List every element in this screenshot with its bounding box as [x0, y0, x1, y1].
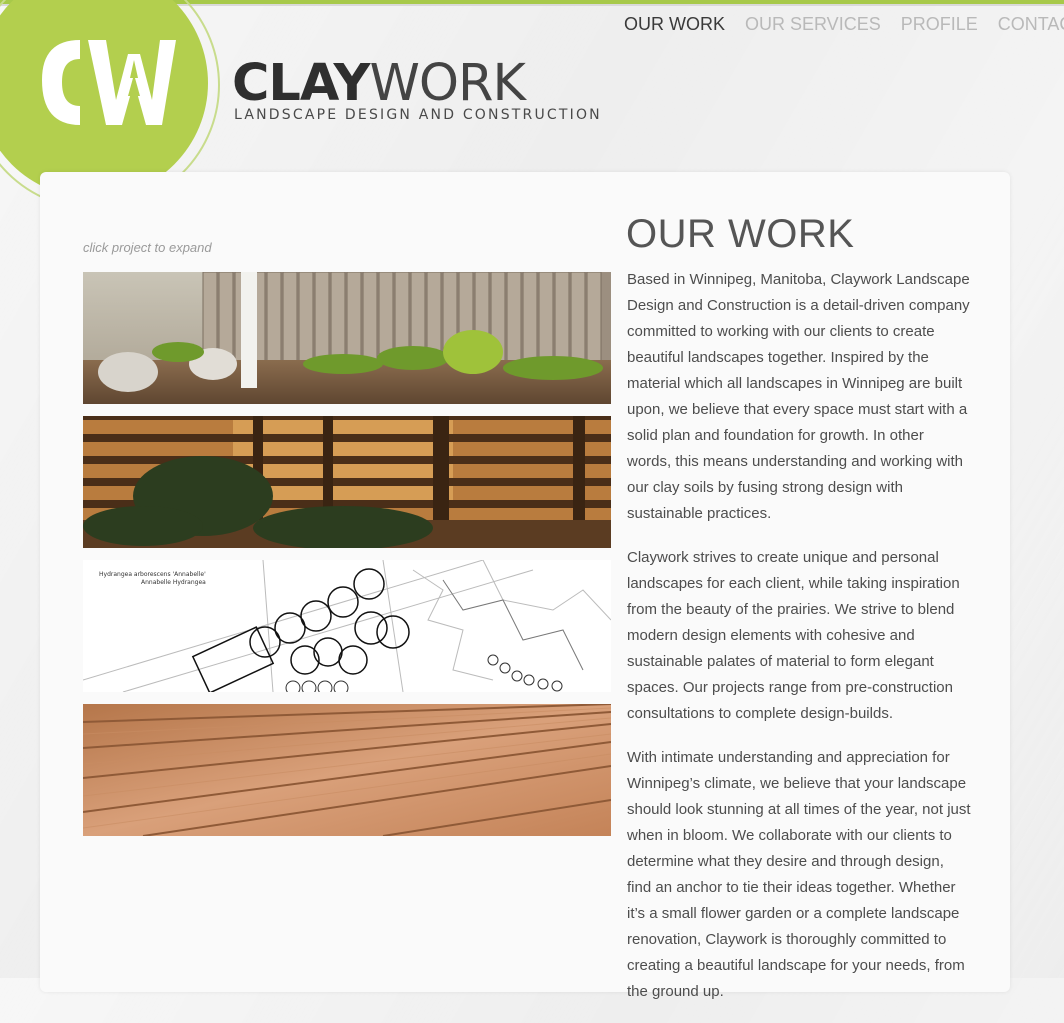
cw-monogram-icon[interactable]: [36, 30, 176, 150]
nav-our-work[interactable]: OUR WORK: [624, 14, 725, 35]
body-paragraph-1: Based in Winnipeg, Manitoba, Claywork La…: [627, 271, 970, 522]
nav-contact[interactable]: CONTACT: [998, 14, 1064, 35]
brand-name-thin: WORK: [369, 54, 525, 113]
body-paragraph-3: With intimate understanding and apprecia…: [627, 749, 971, 1000]
project-thumbnail-garden-fence[interactable]: [83, 272, 611, 404]
page-title: OUR WORK: [626, 212, 855, 256]
project-thumbnail-landscape-plan[interactable]: Hydrangea arborescens 'Annabelle' Annabe…: [83, 560, 611, 692]
nav-our-services[interactable]: OUR SERVICES: [745, 14, 881, 35]
brand-tagline: LANDSCAPE DESIGN AND CONSTRUCTION: [234, 107, 602, 123]
body-copy: Based in Winnipeg, Manitoba, Claywork La…: [627, 267, 972, 1023]
brand-name-bold: CLAY: [232, 54, 370, 113]
project-thumbnail-slat-fence[interactable]: [83, 416, 611, 548]
plan-drawing-label-2: Annabelle Hydrangea: [141, 579, 206, 586]
project-thumbnail-wood-deck[interactable]: [83, 704, 611, 836]
plan-drawing-label-1: Hydrangea arborescens 'Annabelle': [99, 571, 206, 578]
gallery-hint: click project to expand: [83, 240, 212, 255]
brand-name[interactable]: CLAYWORK: [232, 58, 526, 109]
main-nav: OUR WORK OUR SERVICES PROFILE CONTACT: [624, 14, 1064, 35]
body-paragraph-2: Claywork strives to create unique and pe…: [627, 549, 960, 722]
nav-profile[interactable]: PROFILE: [901, 14, 978, 35]
